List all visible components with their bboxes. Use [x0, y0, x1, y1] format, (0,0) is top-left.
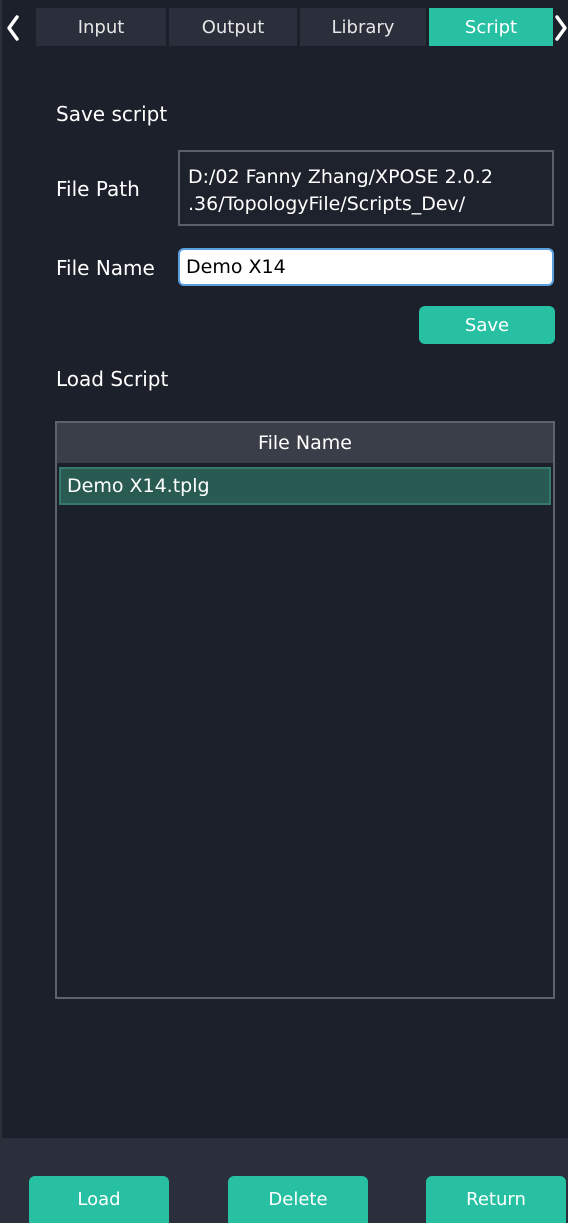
table-header-file-name: File Name	[57, 423, 553, 463]
tab-library[interactable]: Library	[300, 8, 426, 46]
chevron-left-icon[interactable]	[4, 8, 22, 48]
file-name-label: File Name	[56, 256, 155, 280]
save-button[interactable]: Save	[419, 306, 555, 344]
tab-script[interactable]: Script	[429, 8, 553, 46]
load-script-heading: Load Script	[56, 367, 169, 391]
load-button[interactable]: Load	[29, 1176, 169, 1223]
chevron-right-icon[interactable]	[552, 8, 568, 48]
return-button[interactable]: Return	[426, 1176, 566, 1223]
file-path-display: D:/02 Fanny Zhang/XPOSE 2.0.2 .36/Topolo…	[178, 150, 554, 226]
script-file-table: File Name Demo X14.tplg	[55, 421, 555, 999]
script-panel: Input Output Library Script Save script …	[0, 0, 568, 1223]
delete-button[interactable]: Delete	[228, 1176, 368, 1223]
file-path-line-1: D:/02 Fanny Zhang/XPOSE 2.0.2	[188, 166, 493, 188]
tab-output[interactable]: Output	[169, 8, 297, 46]
file-path-label: File Path	[56, 177, 140, 201]
table-row-selected[interactable]: Demo X14.tplg	[59, 467, 551, 505]
save-script-heading: Save script	[56, 102, 168, 126]
tab-bar: Input Output Library Script	[2, 0, 568, 56]
tab-input[interactable]: Input	[36, 8, 166, 46]
file-path-line-2: .36/TopologyFile/Scripts_Dev/	[188, 193, 466, 215]
file-name-input[interactable]	[178, 248, 554, 286]
